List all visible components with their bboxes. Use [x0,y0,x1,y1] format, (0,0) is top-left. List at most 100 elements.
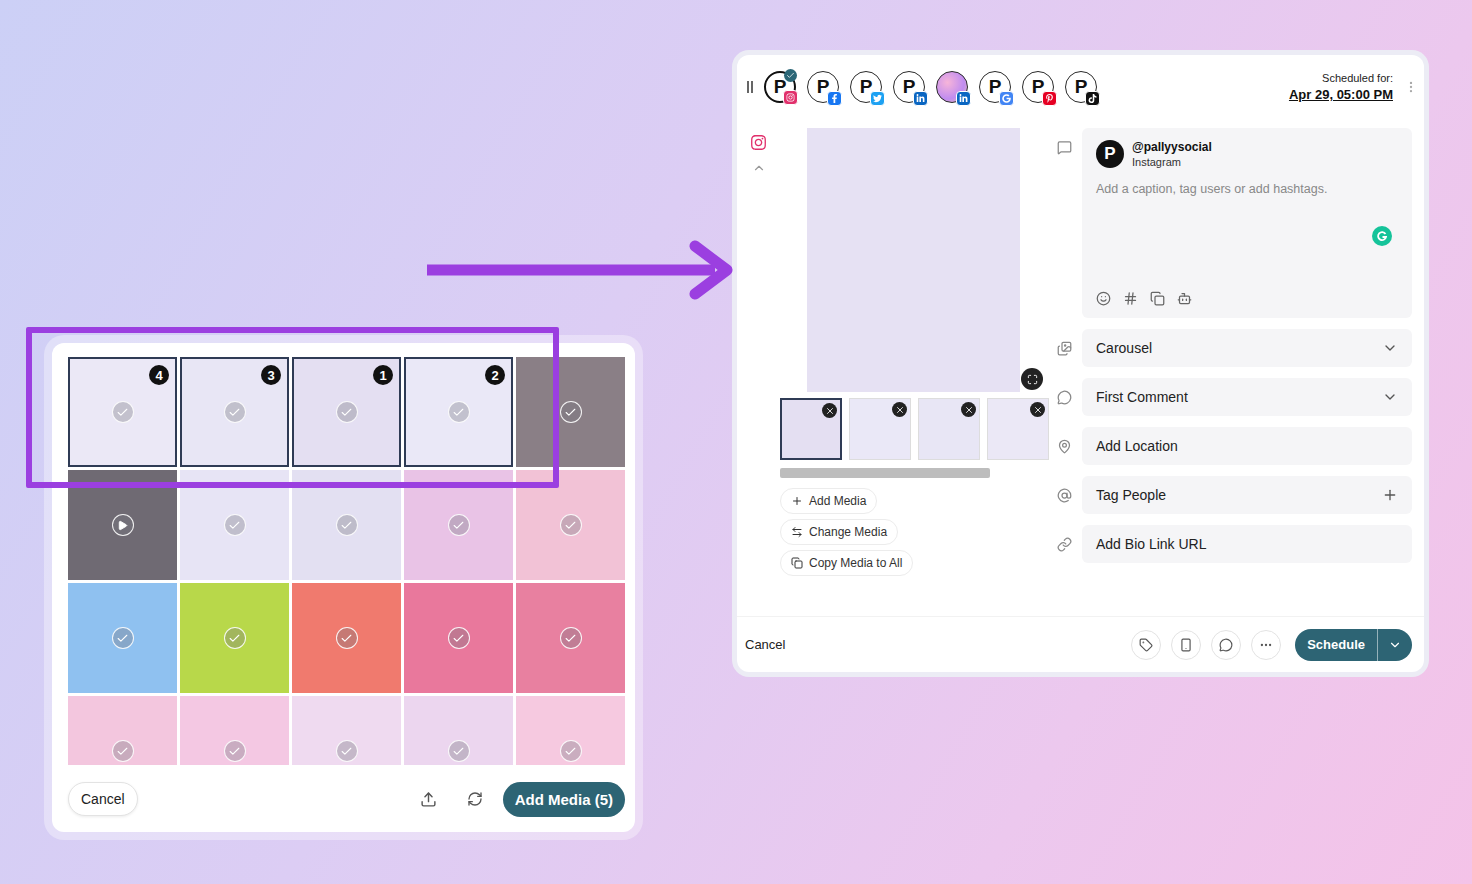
check-mark[interactable] [560,740,582,762]
instagram-icon[interactable] [750,134,767,151]
field-icon-slot [1057,390,1082,405]
preview-button[interactable] [1171,630,1201,660]
profile-network: Instagram [1132,156,1212,168]
play-mark[interactable] [112,514,134,536]
cancel-button[interactable]: Cancel [745,637,785,652]
check-mark[interactable] [336,627,358,649]
remove-button[interactable] [822,403,837,418]
media-thumbnail[interactable] [180,470,289,580]
media-thumbnail[interactable] [292,696,401,765]
account-avatar[interactable]: P [893,71,925,103]
media-action-button[interactable]: Copy Media to All [780,550,913,576]
check-mark[interactable] [336,740,358,762]
media-action-button[interactable]: Change Media [780,519,898,545]
account-avatar[interactable]: P [764,71,796,103]
media-thumbnail[interactable] [404,470,513,580]
check-icon [452,745,465,758]
media-thumbnail[interactable]: 4 [68,357,177,467]
strip-scrollbar[interactable] [780,468,990,478]
grammarly-icon[interactable] [1372,226,1392,246]
remove-button[interactable] [1030,402,1045,417]
media-thumbnail[interactable] [68,696,177,765]
check-mark[interactable] [448,740,470,762]
check-mark[interactable] [112,627,134,649]
media-thumbnail[interactable] [516,583,625,693]
check-mark[interactable] [224,401,246,423]
add-media-button[interactable]: Add Media (5) [503,782,625,817]
media-thumbnail[interactable] [516,696,625,765]
check-mark[interactable] [224,740,246,762]
check-icon [340,745,353,758]
media-thumbnail[interactable]: 3 [180,357,289,467]
cancel-button[interactable]: Cancel [68,782,138,816]
strip-thumbnail[interactable] [918,398,980,460]
check-mark[interactable] [224,514,246,536]
check-icon [340,519,353,532]
check-mark[interactable] [112,401,134,423]
more-vertical-icon[interactable] [1404,80,1418,94]
check-mark[interactable] [112,740,134,762]
schedule-button[interactable]: Schedule [1295,629,1377,661]
copy-icon[interactable] [1150,291,1165,306]
caption-row: P@pallyysocialInstagramAdd a caption, ta… [1057,128,1412,318]
account-avatar[interactable] [936,71,968,103]
drag-handle-icon[interactable] [747,81,753,93]
hashtag-icon[interactable] [1123,291,1138,306]
media-thumbnail[interactable] [68,470,177,580]
schedule-options-button[interactable] [1377,629,1412,661]
field-dropdown[interactable]: Carousel [1082,329,1412,367]
check-mark[interactable] [224,627,246,649]
account-avatar[interactable]: P [807,71,839,103]
emoji-icon[interactable] [1096,291,1111,306]
remove-button[interactable] [961,402,976,417]
check-icon [116,406,129,419]
media-thumbnail[interactable] [292,583,401,693]
media-thumbnail[interactable] [404,583,513,693]
media-action-button[interactable]: Add Media [780,488,877,514]
more-icon [1259,638,1273,652]
account-avatar[interactable]: P [1022,71,1054,103]
field-dropdown[interactable]: First Comment [1082,378,1412,416]
ai-assistant-icon[interactable] [1177,291,1192,306]
media-thumbnail[interactable]: 2 [404,357,513,467]
media-thumbnail[interactable] [180,583,289,693]
schedule-info[interactable]: Scheduled for: Apr 29, 05:00 PM [1289,72,1393,102]
media-thumbnail[interactable] [404,696,513,765]
media-thumbnail[interactable] [292,470,401,580]
check-mark[interactable] [336,401,358,423]
account-avatar[interactable]: P [979,71,1011,103]
caption-box[interactable]: P@pallyysocialInstagramAdd a caption, ta… [1082,128,1412,318]
media-thumbnail[interactable] [68,583,177,693]
check-mark[interactable] [448,627,470,649]
field-icon-slot [1057,341,1082,356]
comment-button[interactable] [1211,630,1241,660]
caption-input[interactable]: Add a caption, tag users or add hashtags… [1096,182,1398,196]
field-button[interactable]: Add Location [1082,427,1412,465]
check-mark[interactable] [336,514,358,536]
strip-thumbnail[interactable] [987,398,1049,460]
refresh-button[interactable] [457,781,493,817]
media-thumbnail[interactable]: 1 [292,357,401,467]
check-mark[interactable] [560,627,582,649]
media-thumbnail[interactable] [516,470,625,580]
strip-thumbnail[interactable] [849,398,911,460]
strip-thumbnail[interactable] [780,398,842,460]
check-mark[interactable] [560,401,582,423]
media-thumbnail[interactable] [180,696,289,765]
remove-button[interactable] [892,402,907,417]
check-mark[interactable] [560,514,582,536]
account-avatar[interactable]: P [1065,71,1097,103]
field-button[interactable]: Tag People [1082,476,1412,514]
schedule-date[interactable]: Apr 29, 05:00 PM [1289,87,1393,102]
check-mark[interactable] [448,514,470,536]
more-button[interactable] [1251,630,1281,660]
account-avatar[interactable]: P [850,71,882,103]
schedule-label: Scheduled for: [1322,72,1393,84]
expand-button[interactable] [1021,368,1043,390]
check-mark[interactable] [448,401,470,423]
collapse-icon[interactable] [752,161,766,175]
tag-button[interactable] [1131,630,1161,660]
upload-button[interactable] [411,781,447,817]
media-thumbnail[interactable] [516,357,625,467]
field-button[interactable]: Add Bio Link URL [1082,525,1412,563]
